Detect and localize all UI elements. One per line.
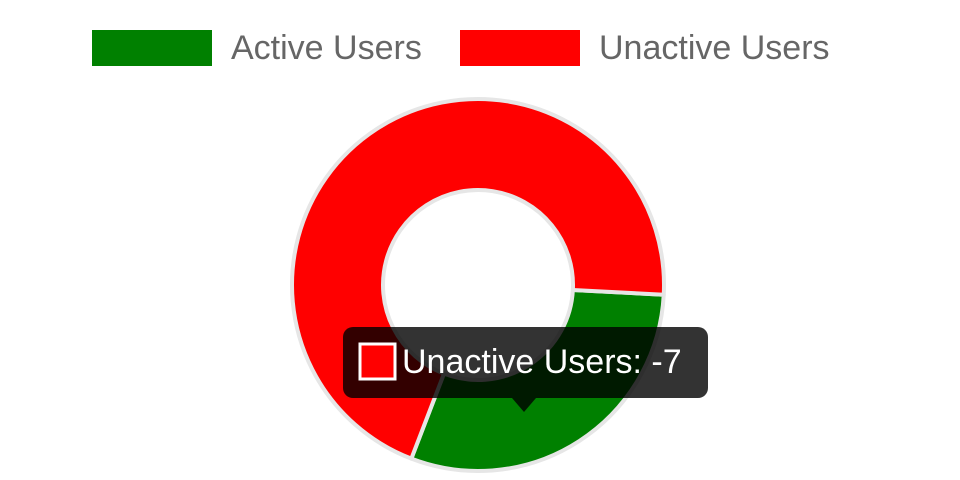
tooltip-text: Unactive Users: -7 — [402, 343, 682, 381]
legend-swatch-unactive-users — [460, 30, 580, 66]
chart-container: Active Users Unactive Users Unactive Use… — [0, 0, 960, 480]
doughnut-slices — [290, 97, 666, 473]
legend-item-unactive-users[interactable]: Unactive Users — [460, 29, 830, 67]
legend-swatch-active-users — [92, 30, 212, 66]
legend-label-unactive-users: Unactive Users — [599, 29, 830, 67]
legend: Active Users Unactive Users — [92, 29, 830, 67]
doughnut-chart: Active Users Unactive Users Unactive Use… — [92, 29, 830, 473]
legend-label-active-users: Active Users — [231, 29, 422, 67]
legend-item-active-users[interactable]: Active Users — [92, 29, 422, 67]
tooltip-color-swatch — [358, 342, 397, 381]
